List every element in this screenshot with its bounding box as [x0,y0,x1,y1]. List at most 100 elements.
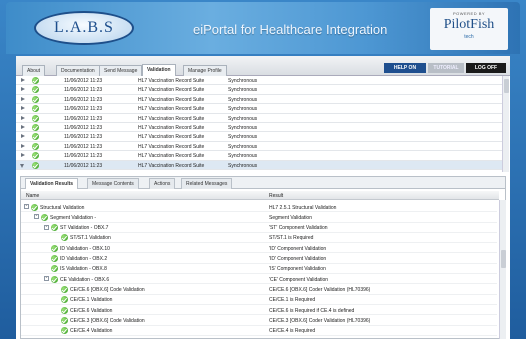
message-row[interactable]: 11/06/2012 11:23 HL7 Vaccination Record S… [16,151,502,161]
pilotfish-logo[interactable]: POWERED BY PilotFish tech [430,8,508,50]
tree-expander-icon[interactable]: - [24,204,29,209]
result-text: HL7 2.5.1 Structural Validation [269,204,337,211]
message-mode: Synchronous [228,115,258,122]
check-icon [32,161,39,169]
check-icon [51,224,58,232]
expand-arrow-icon[interactable] [21,134,25,139]
message-row[interactable]: 11/06/2012 11:23 HL7 Vaccination Record S… [16,142,502,152]
message-mode: Synchronous [228,87,258,94]
result-row[interactable]: - Structural Validation HL7 2.5.1 Structur… [21,202,497,213]
result-row[interactable]: ST/ST.1 Validation ST/ST.1 is Required [21,233,497,244]
detail-panel: Validation Results Message Contents Acti… [20,176,506,339]
expand-arrow-icon[interactable] [21,87,25,92]
scroll-thumb[interactable] [504,79,509,93]
message-mode: Synchronous [228,162,258,169]
message-date: 11/06/2012 11:23 [64,106,103,113]
message-row[interactable]: 11/06/2012 11:23 HL7 Vaccination Record S… [16,104,502,114]
brand-name: PilotFish [443,17,495,32]
message-mode: Synchronous [228,153,258,160]
column-result[interactable]: Result [269,193,283,199]
result-text: 'ID' Component Validation [269,256,327,262]
check-icon [32,133,39,141]
expand-arrow-icon[interactable] [21,78,25,82]
tab-documentation[interactable]: Documentation [56,65,100,76]
tree-expander-icon[interactable]: - [34,214,39,220]
column-name[interactable]: Name [26,193,39,199]
tab-manage-profile[interactable]: Manage Profile [183,65,227,76]
result-row[interactable]: CE/CE.4 Validation CE/CE.4 is Required [21,326,497,336]
result-row[interactable]: CE/CE.6 [OBX.6] Code Validation CE/CE.6 [… [21,284,497,295]
tab-validation[interactable]: Validation [142,64,176,76]
tutorial-button[interactable]: TUTORIAL [428,63,464,73]
message-mode: Synchronous [228,134,258,141]
result-text: 'CE' Component Validation [269,276,329,283]
message-date: 11/06/2012 11:23 [64,153,103,160]
message-profile: HL7 Vaccination Record Suite [138,115,205,122]
message-row[interactable]: 11/06/2012 11:23 HL7 Vaccination Record S… [16,76,502,86]
message-profile: HL7 Vaccination Record Suite [138,162,205,169]
message-profile: HL7 Vaccination Record Suite [138,143,205,150]
message-row[interactable]: 11/06/2012 11:23 HL7 Vaccination Record S… [16,123,502,133]
result-name: CE/CE.1 Validation [70,297,113,304]
message-row[interactable]: 11/06/2012 11:23 HL7 Vaccination Record S… [16,95,502,105]
result-row[interactable]: ID Validation - OBX.2 'ID' Component Vali… [21,254,497,264]
tab-about[interactable]: About [22,65,46,76]
tab-actions[interactable]: Actions [149,178,176,189]
result-row[interactable]: CE/CE.1 Validation CE/CE.1 is Required [21,295,497,305]
tab-validation-results[interactable]: Validation Results [25,178,79,189]
message-date: 11/06/2012 11:23 [64,115,103,122]
tab-message-contents[interactable]: Message Contents [87,178,139,189]
result-text: 'IS' Component Validation [269,266,326,273]
result-name: CE/CE.6 Validation [70,307,113,314]
check-icon [61,285,68,293]
message-mode: Synchronous [228,143,258,150]
main-panel: About Documentation Send Message Validat… [16,56,510,339]
expand-arrow-icon[interactable] [21,143,25,148]
tree-expander-icon[interactable]: - [44,276,49,282]
help-on-button[interactable]: HELP ON [384,63,426,73]
results-scrollbar[interactable] [499,200,506,339]
logo-text: L.A.B.S [54,19,114,36]
log-off-button[interactable]: LOG OFF [466,63,506,73]
expand-arrow-icon[interactable] [20,163,24,168]
check-icon [51,255,58,262]
check-icon [32,95,39,103]
check-icon [61,296,68,304]
result-row[interactable]: - Segment Validation - Segment Validation [21,212,497,223]
message-row[interactable]: 11/06/2012 11:23 HL7 Vaccination Record S… [16,132,502,142]
message-row[interactable]: 11/06/2012 11:23 HL7 Vaccination Record S… [16,85,502,95]
result-text: CE/CE.6 is Required if CE.4 is defined [269,307,355,314]
result-row[interactable]: CE/CE.3 [OBX.6] Code Validation CE/CE.3 [… [21,315,497,326]
result-text: CE/CE.1 is Required [269,297,316,304]
tree-expander-icon[interactable]: - [44,224,49,230]
result-row[interactable]: ID Validation - OBX.10 'ID' Component Val… [21,243,497,254]
expand-arrow-icon[interactable] [21,96,25,101]
result-text: 'ID' Component Validation [269,245,327,252]
tab-send-message[interactable]: Send Message [99,65,143,76]
result-row[interactable]: - ST Validation - OBX.7 'ST' Component Val… [21,223,497,233]
result-row[interactable]: - CE Validation - OBX.6 'CE' Component Val… [21,274,497,285]
result-text: Segment Validation [269,214,312,221]
message-profile: HL7 Vaccination Record Suite [138,134,205,141]
check-icon [31,203,38,211]
tab-related-messages[interactable]: Related Messages [181,178,233,189]
labs-logo[interactable]: L.A.B.S [34,11,134,45]
result-text: CE/CE.3 [OBX.6] Coder Validation (HL7039… [269,317,371,324]
message-row[interactable]: 11/06/2012 11:23 HL7 Vaccination Record S… [16,160,502,170]
results-scroll-thumb[interactable] [501,250,506,268]
expand-arrow-icon[interactable] [21,125,25,129]
result-name: CE/CE.4 Validation [70,328,113,335]
message-list-scrollbar[interactable] [502,76,509,172]
result-row[interactable]: CE/CE.6 Validation CE/CE.6 is Required if… [21,305,497,316]
expand-arrow-icon[interactable] [21,153,25,158]
nav-bar: About Documentation Send Message Validat… [16,56,510,76]
check-icon [32,105,39,113]
expand-arrow-icon[interactable] [21,115,25,120]
message-profile: HL7 Vaccination Record Suite [138,87,205,94]
message-list: 11/06/2012 11:23 HL7 Vaccination Record S… [16,76,510,172]
message-mode: Synchronous [228,106,258,113]
expand-arrow-icon[interactable] [21,106,25,111]
result-row[interactable]: IS Validation - OBX.8 'IS' Component Vali… [21,264,497,275]
message-row[interactable]: 11/06/2012 11:23 HL7 Vaccination Record S… [16,114,502,123]
app-header: L.A.B.S eiPortal for Healthcare Integrat… [6,2,520,54]
